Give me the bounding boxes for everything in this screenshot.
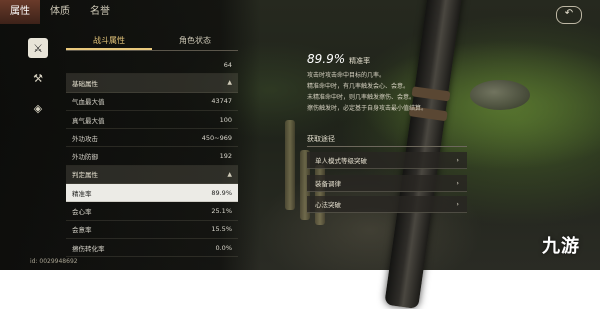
tab-constitution[interactable]: 体质 xyxy=(40,0,80,24)
stat-row-graze-conversion[interactable]: 擦伤转化率 0.0% xyxy=(66,239,238,258)
source-title: 获取途径 xyxy=(307,135,335,143)
chevron-right-icon: › xyxy=(456,156,459,164)
stat-value: 192 xyxy=(219,152,232,161)
stat-value: 0.0% xyxy=(215,243,232,252)
tab-combat-attributes[interactable]: 战斗属性 xyxy=(66,34,152,50)
group-title: 基础属性 xyxy=(72,79,98,88)
chevron-right-icon: › xyxy=(456,200,459,208)
stat-value: 64 xyxy=(223,60,232,69)
stat-label: 精准率 xyxy=(72,189,92,198)
stat-detail-panel: 89.9% 精准率 攻击时攻击命中目标的几率。 精准命中时，有几率触发会心、会意… xyxy=(307,52,467,114)
stat-label: 气血最大值 xyxy=(72,98,105,107)
money-bag-icon[interactable]: ◈ xyxy=(28,98,48,118)
chevron-right-icon: › xyxy=(456,179,459,187)
divider xyxy=(307,146,467,147)
stat-value: 89.9% xyxy=(211,188,232,197)
detail-percent: 89.9% xyxy=(307,52,346,66)
group-header-judgement[interactable]: 判定属性 ▲ xyxy=(66,165,238,185)
tab-attributes[interactable]: 属性 xyxy=(0,0,40,24)
source-label: 心法突破 xyxy=(315,201,341,209)
sword-stats-icon[interactable]: ⚔ xyxy=(28,38,48,58)
source-item-level-breakthrough[interactable]: 单人模式等级突破 › xyxy=(307,152,467,169)
group-title: 判定属性 xyxy=(72,171,98,180)
source-item-equipment-tuning[interactable]: 装备调律 › xyxy=(307,175,467,192)
stat-value: 43747 xyxy=(211,97,232,106)
bamboo-stalk xyxy=(285,120,295,210)
stat-row[interactable]: 64 xyxy=(66,56,238,75)
top-tab-bar: 属性 体质 名誉 xyxy=(0,0,120,24)
detail-header: 89.9% 精准率 xyxy=(307,52,467,66)
source-item-mental-breakthrough[interactable]: 心法突破 › xyxy=(307,196,467,213)
stat-row-max-hp[interactable]: 气血最大值 43747 xyxy=(66,93,238,111)
detail-stat-name: 精准率 xyxy=(349,57,371,65)
bamboo-stalk xyxy=(315,165,325,225)
detail-description: 攻击时攻击命中目标的几率。 精准命中时，有几率触发会心、会意。 未精准命中时，则… xyxy=(307,72,428,112)
rock xyxy=(470,80,530,110)
stat-label: 外功攻击 xyxy=(72,134,98,143)
crossed-tools-icon[interactable]: ⚒ xyxy=(28,68,48,88)
stat-row-insight[interactable]: 会意率 15.5% xyxy=(66,221,238,239)
back-arrow-icon[interactable]: ↶ xyxy=(556,6,582,24)
collapse-arrow-icon: ▲ xyxy=(227,170,232,178)
collapse-arrow-icon: ▲ xyxy=(227,79,232,87)
stat-label: 真气最大值 xyxy=(72,116,105,125)
stat-value: 450~969 xyxy=(201,133,232,142)
stat-value: 15.5% xyxy=(211,225,232,234)
source-label: 装备调律 xyxy=(315,180,341,188)
group-header-basic[interactable]: 基础属性 ▲ xyxy=(66,74,238,93)
source-label: 单人模式等级突破 xyxy=(315,157,367,165)
player-id: id: 0029948692 xyxy=(30,258,78,265)
stat-row-critical[interactable]: 会心率 25.1% xyxy=(66,202,238,221)
stat-row-external-attack[interactable]: 外功攻击 450~969 xyxy=(66,129,238,148)
stat-label: 外功防御 xyxy=(72,153,98,162)
site-watermark-logo: 九游 xyxy=(542,232,580,258)
watermark-text: 九游 xyxy=(542,236,580,257)
sub-tab-bar: 战斗属性 角色状态 xyxy=(66,34,238,51)
stat-label: 擦伤转化率 xyxy=(72,244,105,253)
stat-row-precision[interactable]: 精准率 89.9% xyxy=(66,184,238,203)
stat-value: 25.1% xyxy=(211,207,232,216)
stat-row-external-defense[interactable]: 外功防御 192 xyxy=(66,147,238,166)
stat-label: 会心率 xyxy=(72,208,92,217)
stat-label: 会意率 xyxy=(72,226,92,235)
stat-row-max-qi[interactable]: 真气最大值 100 xyxy=(66,111,238,130)
stat-value: 100 xyxy=(219,115,232,124)
stats-list: 64 基础属性 ▲ 气血最大值 43747 真气最大值 100 外功攻击 450… xyxy=(66,56,238,258)
tab-reputation[interactable]: 名誉 xyxy=(80,0,120,24)
tab-character-status[interactable]: 角色状态 xyxy=(152,34,238,50)
